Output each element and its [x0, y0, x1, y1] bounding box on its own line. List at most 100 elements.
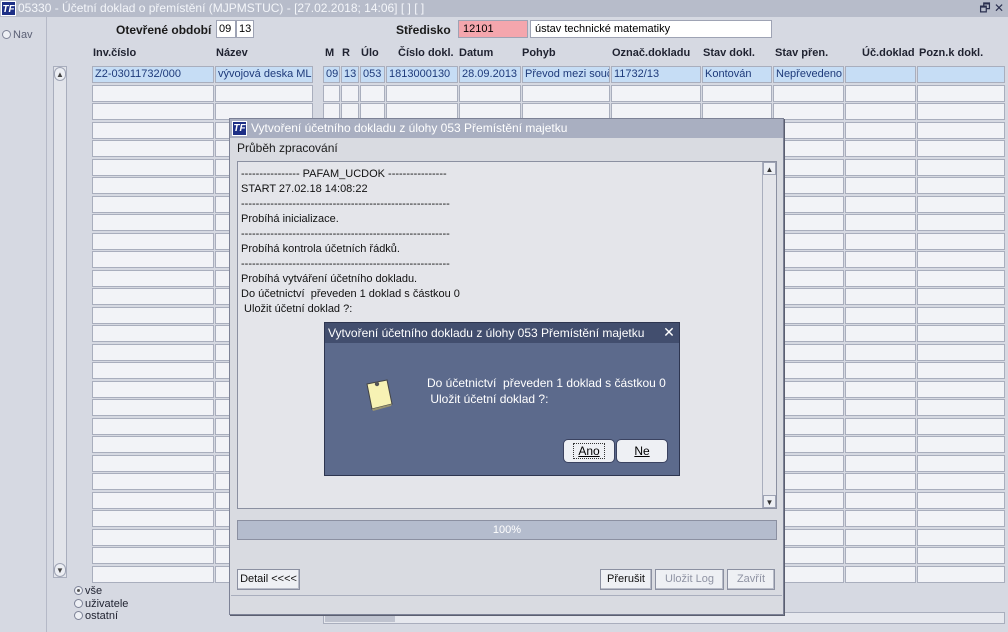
empty-cell[interactable]	[917, 418, 1005, 435]
period-month-field[interactable]: 09	[216, 20, 236, 38]
empty-cell[interactable]	[845, 473, 916, 490]
empty-cell[interactable]	[92, 270, 214, 287]
empty-cell[interactable]	[845, 566, 916, 583]
empty-cell[interactable]	[845, 196, 916, 213]
close-icon[interactable]: ✕	[662, 324, 676, 341]
empty-cell[interactable]	[917, 85, 1005, 102]
empty-cell[interactable]	[92, 510, 214, 527]
empty-cell[interactable]	[92, 288, 214, 305]
empty-cell[interactable]	[917, 436, 1005, 453]
close-icon[interactable]: ✕	[992, 1, 1006, 16]
empty-cell[interactable]	[845, 177, 916, 194]
empty-cell[interactable]	[917, 547, 1005, 564]
empty-cell[interactable]	[917, 177, 1005, 194]
empty-cell[interactable]	[845, 547, 916, 564]
empty-cell[interactable]	[92, 140, 214, 157]
empty-cell[interactable]	[845, 159, 916, 176]
no-button[interactable]: Ne	[616, 439, 668, 463]
empty-cell[interactable]	[611, 85, 701, 102]
empty-cell[interactable]	[917, 103, 1005, 120]
empty-cell[interactable]	[92, 399, 214, 416]
empty-cell[interactable]	[92, 362, 214, 379]
empty-cell[interactable]	[845, 214, 916, 231]
empty-cell[interactable]	[845, 492, 916, 509]
empty-cell[interactable]	[92, 325, 214, 342]
empty-cell[interactable]	[917, 196, 1005, 213]
empty-cell[interactable]	[92, 492, 214, 509]
empty-cell[interactable]	[92, 196, 214, 213]
cell-ulo[interactable]: 053	[360, 66, 385, 83]
filter-user[interactable]: uživatele	[74, 598, 128, 610]
empty-cell[interactable]	[845, 362, 916, 379]
empty-cell[interactable]	[323, 85, 340, 102]
cell-name[interactable]: vývojová deska ML	[215, 66, 313, 83]
cell-state[interactable]: Kontován	[702, 66, 772, 83]
cell-ucdoc[interactable]	[845, 66, 916, 83]
empty-cell[interactable]	[917, 529, 1005, 546]
empty-cell[interactable]	[845, 103, 916, 120]
empty-cell[interactable]	[845, 140, 916, 157]
empty-cell[interactable]	[845, 399, 916, 416]
stop-button[interactable]: Přerušit	[600, 569, 652, 590]
empty-cell[interactable]	[341, 85, 359, 102]
empty-cell[interactable]	[845, 85, 916, 102]
empty-cell[interactable]	[845, 270, 916, 287]
empty-cell[interactable]	[917, 233, 1005, 250]
empty-cell[interactable]	[917, 399, 1005, 416]
empty-cell[interactable]	[92, 473, 214, 490]
filter-all[interactable]: vše	[74, 585, 102, 597]
empty-cell[interactable]	[917, 473, 1005, 490]
empty-cell[interactable]	[92, 214, 214, 231]
empty-cell[interactable]	[92, 418, 214, 435]
empty-cell[interactable]	[845, 418, 916, 435]
empty-cell[interactable]	[92, 85, 214, 102]
nav-radio[interactable]: Nav	[2, 29, 33, 41]
cell-r[interactable]: 13	[341, 66, 359, 83]
center-code-field[interactable]: 12101	[458, 20, 528, 38]
empty-cell[interactable]	[917, 251, 1005, 268]
empty-cell[interactable]	[92, 344, 214, 361]
empty-cell[interactable]	[845, 344, 916, 361]
empty-cell[interactable]	[845, 288, 916, 305]
cell-transfer[interactable]: Nepřevedeno	[773, 66, 844, 83]
save-log-button[interactable]: Uložit Log	[655, 569, 724, 590]
empty-cell[interactable]	[845, 510, 916, 527]
empty-cell[interactable]	[702, 85, 772, 102]
filter-other[interactable]: ostatní	[74, 610, 118, 622]
cell-doc[interactable]: 1813000130	[386, 66, 458, 83]
empty-cell[interactable]	[917, 159, 1005, 176]
period-year-field[interactable]: 13	[236, 20, 254, 38]
empty-cell[interactable]	[92, 177, 214, 194]
empty-cell[interactable]	[92, 529, 214, 546]
empty-cell[interactable]	[92, 381, 214, 398]
empty-cell[interactable]	[92, 455, 214, 472]
empty-cell[interactable]	[215, 85, 313, 102]
empty-cell[interactable]	[845, 307, 916, 324]
restore-icon[interactable]: 🗗	[978, 1, 992, 16]
scroll-down-icon[interactable]: ▼	[763, 495, 776, 508]
empty-cell[interactable]	[917, 307, 1005, 324]
empty-cell[interactable]	[917, 288, 1005, 305]
empty-cell[interactable]	[92, 233, 214, 250]
empty-cell[interactable]	[845, 251, 916, 268]
empty-cell[interactable]	[386, 85, 458, 102]
cell-move[interactable]: Převod mezi souč	[522, 66, 610, 83]
cell-date[interactable]: 28.09.2013	[459, 66, 521, 83]
empty-cell[interactable]	[92, 251, 214, 268]
grid-vertical-scrollbar[interactable]: ▲ ▼	[53, 66, 67, 578]
empty-cell[interactable]	[522, 85, 610, 102]
empty-cell[interactable]	[92, 566, 214, 583]
cell-inv[interactable]: Z2-03011732/000	[92, 66, 214, 83]
cell-mark[interactable]: 11732/13	[611, 66, 701, 83]
empty-cell[interactable]	[773, 85, 844, 102]
empty-cell[interactable]	[845, 122, 916, 139]
empty-cell[interactable]	[917, 325, 1005, 342]
scroll-up-icon[interactable]: ▲	[54, 67, 66, 81]
empty-cell[interactable]	[92, 436, 214, 453]
empty-cell[interactable]	[92, 159, 214, 176]
empty-cell[interactable]	[917, 381, 1005, 398]
empty-cell[interactable]	[917, 566, 1005, 583]
scroll-down-icon[interactable]: ▼	[54, 563, 66, 577]
empty-cell[interactable]	[917, 492, 1005, 509]
empty-cell[interactable]	[917, 270, 1005, 287]
